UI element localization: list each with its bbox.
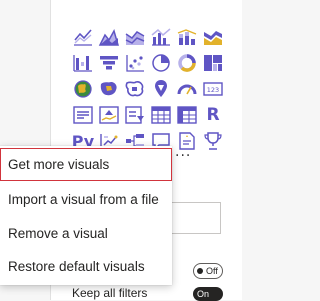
treemap-icon[interactable] <box>202 52 224 74</box>
pie-chart-icon[interactable] <box>150 52 172 74</box>
off-toggle[interactable]: Off <box>193 263 223 279</box>
matrix-icon[interactable] <box>176 104 198 126</box>
line-clustered-column-icon[interactable] <box>150 26 172 48</box>
azure-map-icon[interactable] <box>150 78 172 100</box>
slicer-icon[interactable] <box>124 104 146 126</box>
shape-map-icon[interactable] <box>124 78 146 100</box>
menu-item-remove-visual[interactable]: Remove a visual <box>0 217 172 250</box>
on-toggle[interactable]: On <box>193 287 223 301</box>
line-stacked-column-icon[interactable] <box>176 26 198 48</box>
funnel-chart-icon[interactable] <box>98 52 120 74</box>
svg-text:123: 123 <box>207 86 219 94</box>
goals-icon[interactable] <box>202 130 224 152</box>
area-chart-icon[interactable] <box>98 26 120 48</box>
kpi-icon[interactable] <box>98 104 120 126</box>
toggle-knob <box>197 268 203 274</box>
gauge-icon[interactable] <box>176 78 198 100</box>
context-menu: Get more visuals Import a visual from a … <box>0 146 172 285</box>
card-icon[interactable]: 123 <box>202 78 224 100</box>
filled-map-icon[interactable] <box>98 78 120 100</box>
menu-item-restore-default-visuals[interactable]: Restore default visuals <box>0 250 172 283</box>
line-chart-icon[interactable] <box>72 26 94 48</box>
multi-row-card-icon[interactable] <box>72 104 94 126</box>
ribbon-chart-icon[interactable] <box>202 26 224 48</box>
menu-item-get-more-visuals[interactable]: Get more visuals <box>0 148 172 181</box>
keep-all-filters-label: Keep all filters <box>72 286 148 300</box>
scatter-chart-icon[interactable] <box>124 52 146 74</box>
waterfall-chart-icon[interactable] <box>72 52 94 74</box>
more-options-button[interactable]: ··· <box>175 148 191 164</box>
r-visual-icon[interactable]: R <box>202 104 224 126</box>
stacked-area-chart-icon[interactable] <box>124 26 146 48</box>
menu-item-import-visual-from-file[interactable]: Import a visual from a file <box>0 183 172 216</box>
donut-chart-icon[interactable] <box>176 52 198 74</box>
map-icon[interactable] <box>72 78 94 100</box>
table-icon[interactable] <box>150 104 172 126</box>
